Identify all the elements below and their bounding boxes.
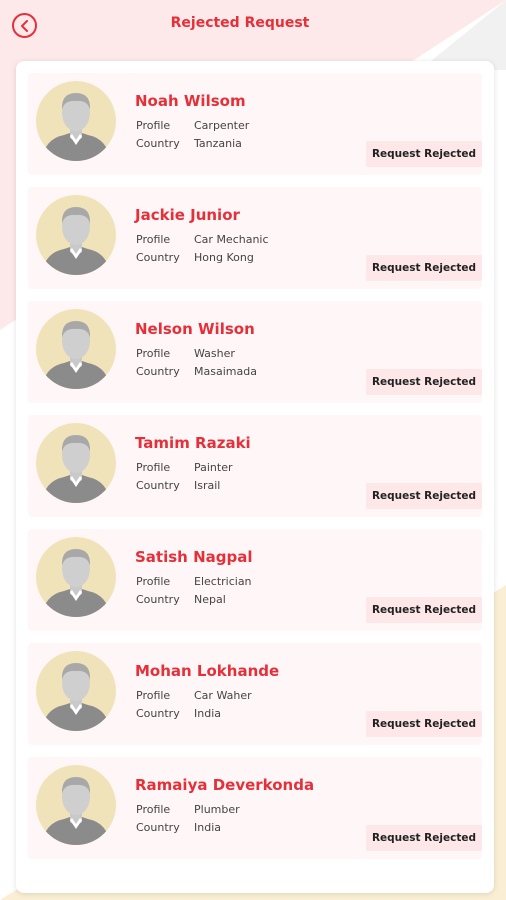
user-silhouette-icon bbox=[42, 663, 110, 731]
avatar bbox=[36, 195, 116, 275]
country-label: Country bbox=[136, 137, 180, 150]
request-item[interactable]: Satish Nagpal Profile Electrician Country… bbox=[28, 529, 482, 631]
profile-row: Profile Car Mechanic bbox=[136, 233, 269, 246]
page-title: Rejected Request bbox=[170, 15, 310, 31]
profile-row: Profile Painter bbox=[136, 461, 233, 474]
request-item[interactable]: Nelson Wilson Profile Washer Country Masai… bbox=[28, 301, 482, 403]
profile-row: Profile Electrician bbox=[136, 575, 252, 588]
status-badge: Request Rejected bbox=[365, 255, 482, 281]
status-badge: Request Rejected bbox=[365, 825, 482, 851]
header: Rejected Request bbox=[0, 0, 506, 52]
avatar bbox=[36, 81, 116, 161]
status-badge: Request Rejected bbox=[365, 711, 482, 737]
user-silhouette-icon bbox=[42, 549, 110, 617]
profile-row: Profile Car Waher bbox=[136, 689, 252, 702]
profile-row: Profile Carpenter bbox=[136, 119, 249, 132]
requester-name: Tamim Razaki bbox=[135, 434, 251, 452]
country-value: Hong Kong bbox=[194, 251, 254, 264]
requester-name: Nelson Wilson bbox=[135, 320, 255, 338]
status-badge: Request Rejected bbox=[365, 483, 482, 509]
request-item[interactable]: Jackie Junior Profile Car Mechanic Countr… bbox=[28, 187, 482, 289]
request-list-card: Noah Wilsom Profile Carpenter Country Tanz… bbox=[16, 61, 494, 893]
profile-value: Car Mechanic bbox=[194, 233, 269, 246]
profile-row: Profile Washer bbox=[136, 347, 235, 360]
profile-label: Profile bbox=[136, 461, 171, 474]
status-badge: Request Rejected bbox=[365, 597, 482, 623]
profile-label: Profile bbox=[136, 119, 171, 132]
requester-name: Jackie Junior bbox=[135, 206, 240, 224]
country-value: Nepal bbox=[194, 593, 226, 606]
country-row: Country India bbox=[136, 707, 221, 720]
country-row: Country Masaimada bbox=[136, 365, 257, 378]
country-value: Tanzania bbox=[194, 137, 242, 150]
country-label: Country bbox=[136, 593, 180, 606]
profile-value: Painter bbox=[194, 461, 233, 474]
country-label: Country bbox=[136, 707, 180, 720]
country-row: Country Nepal bbox=[136, 593, 226, 606]
country-row: Country India bbox=[136, 821, 221, 834]
avatar bbox=[36, 309, 116, 389]
request-item[interactable]: Noah Wilsom Profile Carpenter Country Tanz… bbox=[28, 73, 482, 175]
avatar bbox=[36, 537, 116, 617]
profile-label: Profile bbox=[136, 347, 171, 360]
requester-name: Noah Wilsom bbox=[135, 92, 246, 110]
requester-name: Ramaiya Deverkonda bbox=[135, 776, 315, 794]
profile-value: Carpenter bbox=[194, 119, 250, 132]
profile-row: Profile Plumber bbox=[136, 803, 240, 816]
profile-value: Plumber bbox=[194, 803, 240, 816]
avatar bbox=[36, 651, 116, 731]
profile-value: Washer bbox=[194, 347, 235, 360]
country-row: Country Israil bbox=[136, 479, 220, 492]
requester-name: Satish Nagpal bbox=[135, 548, 253, 566]
requester-name: Mohan Lokhande bbox=[135, 662, 280, 680]
country-row: Country Tanzania bbox=[136, 137, 242, 150]
request-item[interactable]: Mohan Lokhande Profile Car Waher Country I… bbox=[28, 643, 482, 745]
avatar bbox=[36, 765, 116, 845]
request-item[interactable]: Tamim Razaki Profile Painter Country Israi… bbox=[28, 415, 482, 517]
country-value: India bbox=[194, 707, 221, 720]
country-label: Country bbox=[136, 821, 180, 834]
profile-value: Car Waher bbox=[194, 689, 252, 702]
profile-value: Electrician bbox=[194, 575, 252, 588]
country-value: Israil bbox=[194, 479, 221, 492]
status-badge: Request Rejected bbox=[365, 141, 482, 167]
country-label: Country bbox=[136, 365, 180, 378]
profile-label: Profile bbox=[136, 803, 171, 816]
country-label: Country bbox=[136, 251, 180, 264]
user-silhouette-icon bbox=[42, 321, 110, 389]
user-silhouette-icon bbox=[42, 435, 110, 503]
country-row: Country Hong Kong bbox=[136, 251, 254, 264]
profile-label: Profile bbox=[136, 689, 171, 702]
request-item[interactable]: Ramaiya Deverkonda Profile Plumber Countr… bbox=[28, 757, 482, 859]
user-silhouette-icon bbox=[42, 207, 110, 275]
country-value: India bbox=[194, 821, 221, 834]
user-silhouette-icon bbox=[42, 93, 110, 161]
country-value: Masaimada bbox=[194, 365, 257, 378]
country-label: Country bbox=[136, 479, 180, 492]
profile-label: Profile bbox=[136, 575, 171, 588]
avatar bbox=[36, 423, 116, 503]
status-badge: Request Rejected bbox=[365, 369, 482, 395]
profile-label: Profile bbox=[136, 233, 171, 246]
request-list: Noah Wilsom Profile Carpenter Country Tanz… bbox=[28, 73, 482, 871]
user-silhouette-icon bbox=[42, 777, 110, 845]
